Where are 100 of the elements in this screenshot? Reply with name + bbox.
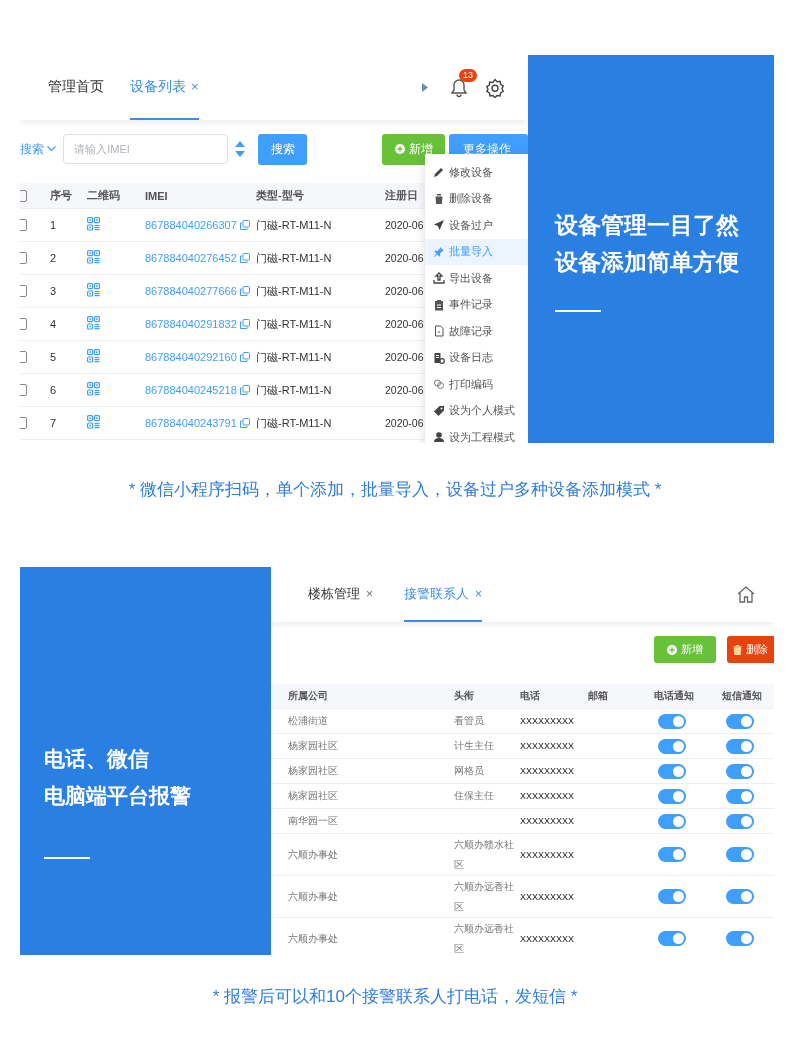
table-cell: 门磁-RT-M11-N: [256, 349, 332, 365]
search-mode-dropdown[interactable]: 搜索: [20, 140, 64, 158]
imei-link[interactable]: 867884040277666: [145, 285, 237, 297]
headline: 电话、微信: [44, 746, 150, 772]
pin-icon: [433, 245, 445, 258]
table-cell-text: 六顺办赣水社区: [454, 837, 515, 872]
qr-code-icon: [87, 283, 100, 297]
table-cell: 7: [50, 417, 57, 429]
table-cell-text: XXXXXXXXX: [520, 766, 576, 776]
table-cell: 2020-06: [385, 252, 424, 264]
menu-item[interactable]: 删除设备: [425, 185, 528, 212]
imei-link[interactable]: 867884040291832: [145, 318, 237, 330]
delete-button[interactable]: 删除: [727, 636, 774, 663]
toggle-switch[interactable]: [658, 763, 686, 779]
tab[interactable]: 楼栋管理 ×: [308, 567, 373, 622]
menu-item[interactable]: 打印编码: [425, 371, 528, 398]
menu-item[interactable]: 故障记录: [425, 318, 528, 345]
toggle-switch[interactable]: [658, 813, 686, 829]
home-icon: [737, 586, 755, 603]
toggle-switch[interactable]: [658, 847, 686, 862]
pencil-icon: [433, 166, 445, 179]
toggle-switch[interactable]: [726, 738, 754, 754]
toggle-switch[interactable]: [658, 738, 686, 754]
tab[interactable]: 管理首页: [48, 55, 104, 120]
menu-item[interactable]: 事件记录: [425, 291, 528, 318]
menu-item[interactable]: 设备过户: [425, 212, 528, 239]
table-cell: 门磁-RT-M11-N: [256, 382, 332, 398]
tag-icon: [433, 404, 445, 417]
plus-circle-icon: [667, 644, 677, 655]
table-cell-text: XXXXXXXXX: [520, 816, 576, 826]
qr-code-icon: [87, 415, 100, 429]
table-cell-text: 六顺办事处: [288, 931, 339, 946]
paper-plane-icon: [433, 219, 445, 232]
toggle-switch[interactable]: [726, 763, 754, 779]
table-cell: 2020-06: [385, 384, 424, 396]
menu-item[interactable]: 导出设备: [425, 265, 528, 292]
qr-code-icon: [87, 316, 100, 330]
search-button[interactable]: 搜索: [258, 133, 308, 165]
toggle-switch[interactable]: [726, 788, 754, 804]
table-cell: 2020-06: [385, 417, 424, 429]
toggle-switch[interactable]: [658, 889, 686, 904]
qr-code-icon: [87, 217, 100, 231]
table-cell-text: XXXXXXXXX: [520, 791, 576, 801]
add-button[interactable]: 新增: [382, 133, 446, 165]
table-cell: 6: [50, 384, 57, 396]
column-header: 短信通知: [722, 689, 763, 703]
table-cell-text: 杨家园社区: [288, 789, 339, 803]
tab[interactable]: 设备列表 ×: [130, 55, 199, 120]
table-cell-text: XXXXXXXXX: [520, 741, 576, 751]
menu-item[interactable]: 设备日志: [425, 344, 528, 371]
user-icon: [433, 431, 445, 443]
table-cell: 门磁-RT-M11-N: [256, 283, 332, 299]
menu-item[interactable]: 设为个人模式: [425, 397, 528, 424]
table-cell: 2020-06: [385, 351, 424, 363]
column-header: 注册日: [385, 188, 418, 203]
imei-link[interactable]: 867884040292160: [145, 351, 237, 363]
headline: 设备添加简单方便: [555, 248, 740, 277]
toggle-switch[interactable]: [726, 889, 754, 904]
toggle-switch[interactable]: [726, 813, 754, 829]
caption: * 报警后可以和10个接警联系人打电话，发短信 *: [212, 987, 578, 1006]
table-cell-text: 松浦街道: [288, 714, 329, 728]
copy-icon: [239, 286, 250, 296]
bell-icon: [450, 77, 468, 98]
table-cell: 1: [50, 219, 57, 231]
qr-code-icon: [87, 382, 100, 396]
column-header: 类型-型号: [256, 188, 304, 203]
table-cell: 门磁-RT-M11-N: [256, 415, 332, 431]
table-cell-text: 六顺办事处: [288, 847, 339, 862]
table-cell-text: XXXXXXXXX: [520, 849, 576, 860]
settings-icon: [485, 77, 505, 98]
toggle-switch[interactable]: [726, 847, 754, 862]
table-cell: 门磁-RT-M11-N: [256, 250, 332, 266]
column-header: 邮箱: [588, 689, 609, 703]
chevron-down-icon: [47, 146, 56, 152]
toggle-switch[interactable]: [726, 931, 754, 946]
toggle-switch[interactable]: [658, 788, 686, 804]
table-cell-text: 六顺办远香社区: [454, 879, 515, 914]
table-cell-text: XXXXXXXXX: [520, 891, 576, 902]
link-icon: [433, 378, 445, 391]
imei-link[interactable]: 867884040276452: [145, 252, 237, 264]
add-button[interactable]: 新增: [654, 636, 716, 663]
menu-item[interactable]: 设为工程模式: [425, 424, 528, 443]
table-cell: 5: [50, 351, 57, 363]
tab[interactable]: 接警联系人 ×: [404, 567, 483, 622]
column-header: 二维码: [87, 188, 120, 203]
column-header: 所属公司: [288, 689, 329, 703]
table-cell-text: 杨家园社区: [288, 764, 339, 778]
trash-icon: [433, 192, 445, 205]
trash-icon: [733, 644, 742, 655]
plus-circle-icon: [394, 144, 405, 154]
toggle-switch[interactable]: [658, 713, 686, 729]
imei-input-field[interactable]: 请输入IMEI: [63, 134, 229, 164]
copy-icon: [239, 385, 250, 395]
column-header: 电话通知: [654, 689, 695, 703]
menu-item[interactable]: 批量导入: [425, 238, 528, 265]
imei-link[interactable]: 867884040243791: [145, 417, 237, 429]
imei-link[interactable]: 867884040245218: [145, 384, 237, 396]
toggle-switch[interactable]: [726, 713, 754, 729]
imei-link[interactable]: 867884040266307: [145, 219, 237, 231]
toggle-switch[interactable]: [658, 931, 686, 946]
